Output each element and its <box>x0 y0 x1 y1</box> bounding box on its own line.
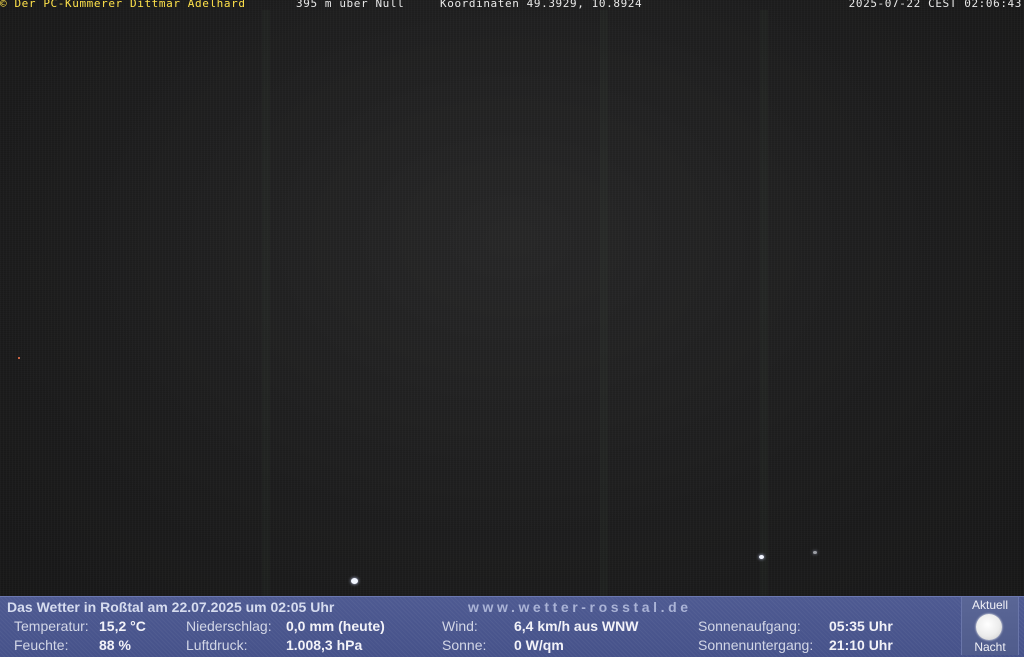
moon-current-label: Aktuell <box>971 598 1009 612</box>
copyright-credit: © Der PC-Kümmerer Dittmar Adelhard <box>0 0 246 10</box>
street-light <box>351 578 358 584</box>
humidity-value: 88 % <box>99 637 131 653</box>
temperature-value: 15,2 °C <box>99 618 146 634</box>
sun-label: Sonne: <box>442 637 487 653</box>
sunrise-value: 05:35 Uhr <box>829 618 893 634</box>
altitude-text: 395 m über Null <box>296 0 405 10</box>
distant-light <box>813 551 817 554</box>
pressure-label: Luftdruck: <box>186 637 248 653</box>
sensor-stripe <box>760 10 768 596</box>
sunset-label: Sonnenuntergang: <box>698 637 814 653</box>
wind-value: 6,4 km/h aus WNW <box>514 618 639 634</box>
weather-headline: Das Wetter in Roßtal am 22.07.2025 um 02… <box>7 599 335 615</box>
coordinates-text: Koordinaten 49.3929, 10.8924 <box>440 0 643 10</box>
webcam-image <box>0 0 1024 596</box>
sensor-stripe <box>262 10 270 596</box>
moon-night-label: Nacht <box>974 640 1006 654</box>
sunset-value: 21:10 Uhr <box>829 637 893 653</box>
website-link[interactable]: www.wetter-rosstal.de <box>468 599 692 615</box>
precipitation-label: Niederschlag: <box>186 618 272 634</box>
sensor-stripe <box>600 10 608 596</box>
precipitation-value: 0,0 mm (heute) <box>286 618 385 634</box>
capture-timestamp: 2025-07-22 CEST 02:06:43 <box>848 0 1022 10</box>
red-light <box>18 357 20 359</box>
pressure-value: 1.008,3 hPa <box>286 637 363 653</box>
humidity-label: Feuchte: <box>14 637 69 653</box>
sunrise-label: Sonnenaufgang: <box>698 618 801 634</box>
street-light <box>759 555 764 559</box>
weather-panel: Das Wetter in Roßtal am 22.07.2025 um 02… <box>0 596 1024 657</box>
wind-label: Wind: <box>442 618 478 634</box>
sun-value: 0 W/qm <box>514 637 564 653</box>
temperature-label: Temperatur: <box>14 618 89 634</box>
full-moon-icon <box>976 614 1002 640</box>
moon-phase-box: Aktuell Nacht <box>961 597 1019 655</box>
camera-overlay-bar: © Der PC-Kümmerer Dittmar Adelhard 395 m… <box>0 0 1024 11</box>
